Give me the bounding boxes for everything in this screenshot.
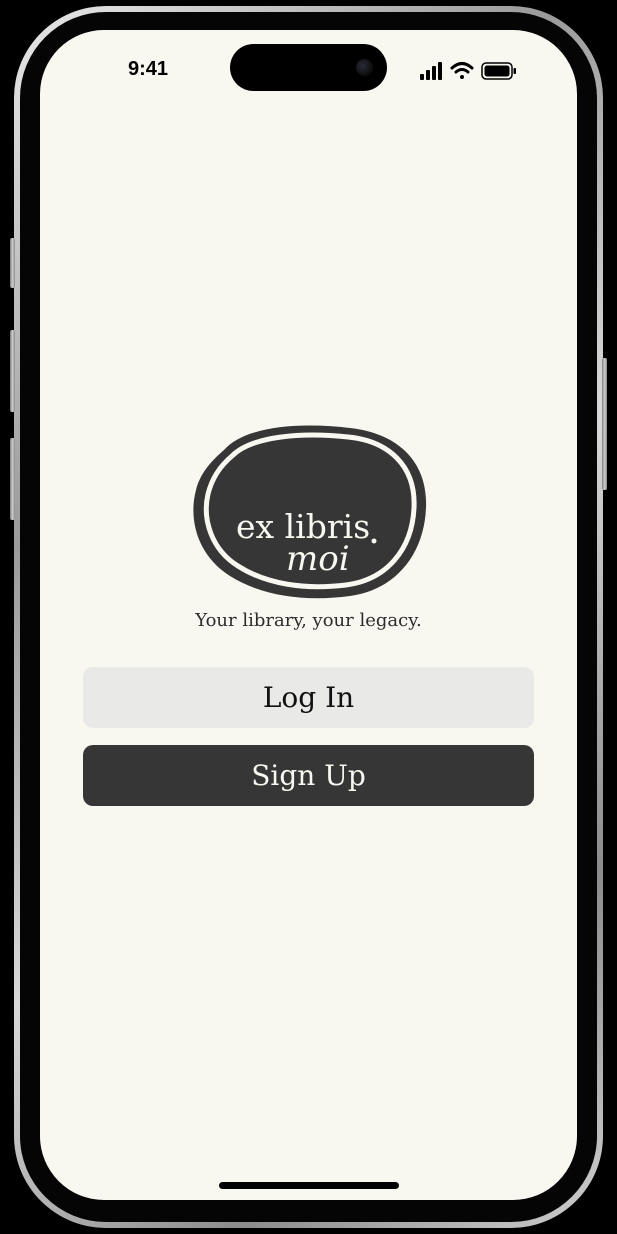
ex-libris-moi-logo: ex libris moi <box>193 425 427 599</box>
signup-button[interactable]: Sign Up <box>83 745 534 806</box>
dynamic-island <box>230 44 387 91</box>
home-indicator[interactable] <box>219 1182 399 1189</box>
wifi-icon <box>450 62 474 79</box>
logo-dot <box>371 538 377 544</box>
status-icons <box>420 62 516 80</box>
battery-icon <box>481 62 516 80</box>
login-button[interactable]: Log In <box>83 667 534 728</box>
signup-button-label: Sign Up <box>251 759 366 792</box>
volume-up-button <box>10 330 15 412</box>
tagline: Your library, your legacy. <box>195 610 422 631</box>
cellular-signal-icon <box>420 62 442 80</box>
app-screen: 9:41 ex libris moi Your library, your le… <box>40 30 577 1200</box>
front-camera-icon <box>356 59 373 76</box>
action-button <box>10 238 15 288</box>
volume-down-button <box>10 438 15 520</box>
power-button <box>602 358 607 490</box>
status-time: 9:41 <box>128 58 169 80</box>
logo-text-moi: moi <box>286 539 350 579</box>
login-button-label: Log In <box>262 681 355 714</box>
